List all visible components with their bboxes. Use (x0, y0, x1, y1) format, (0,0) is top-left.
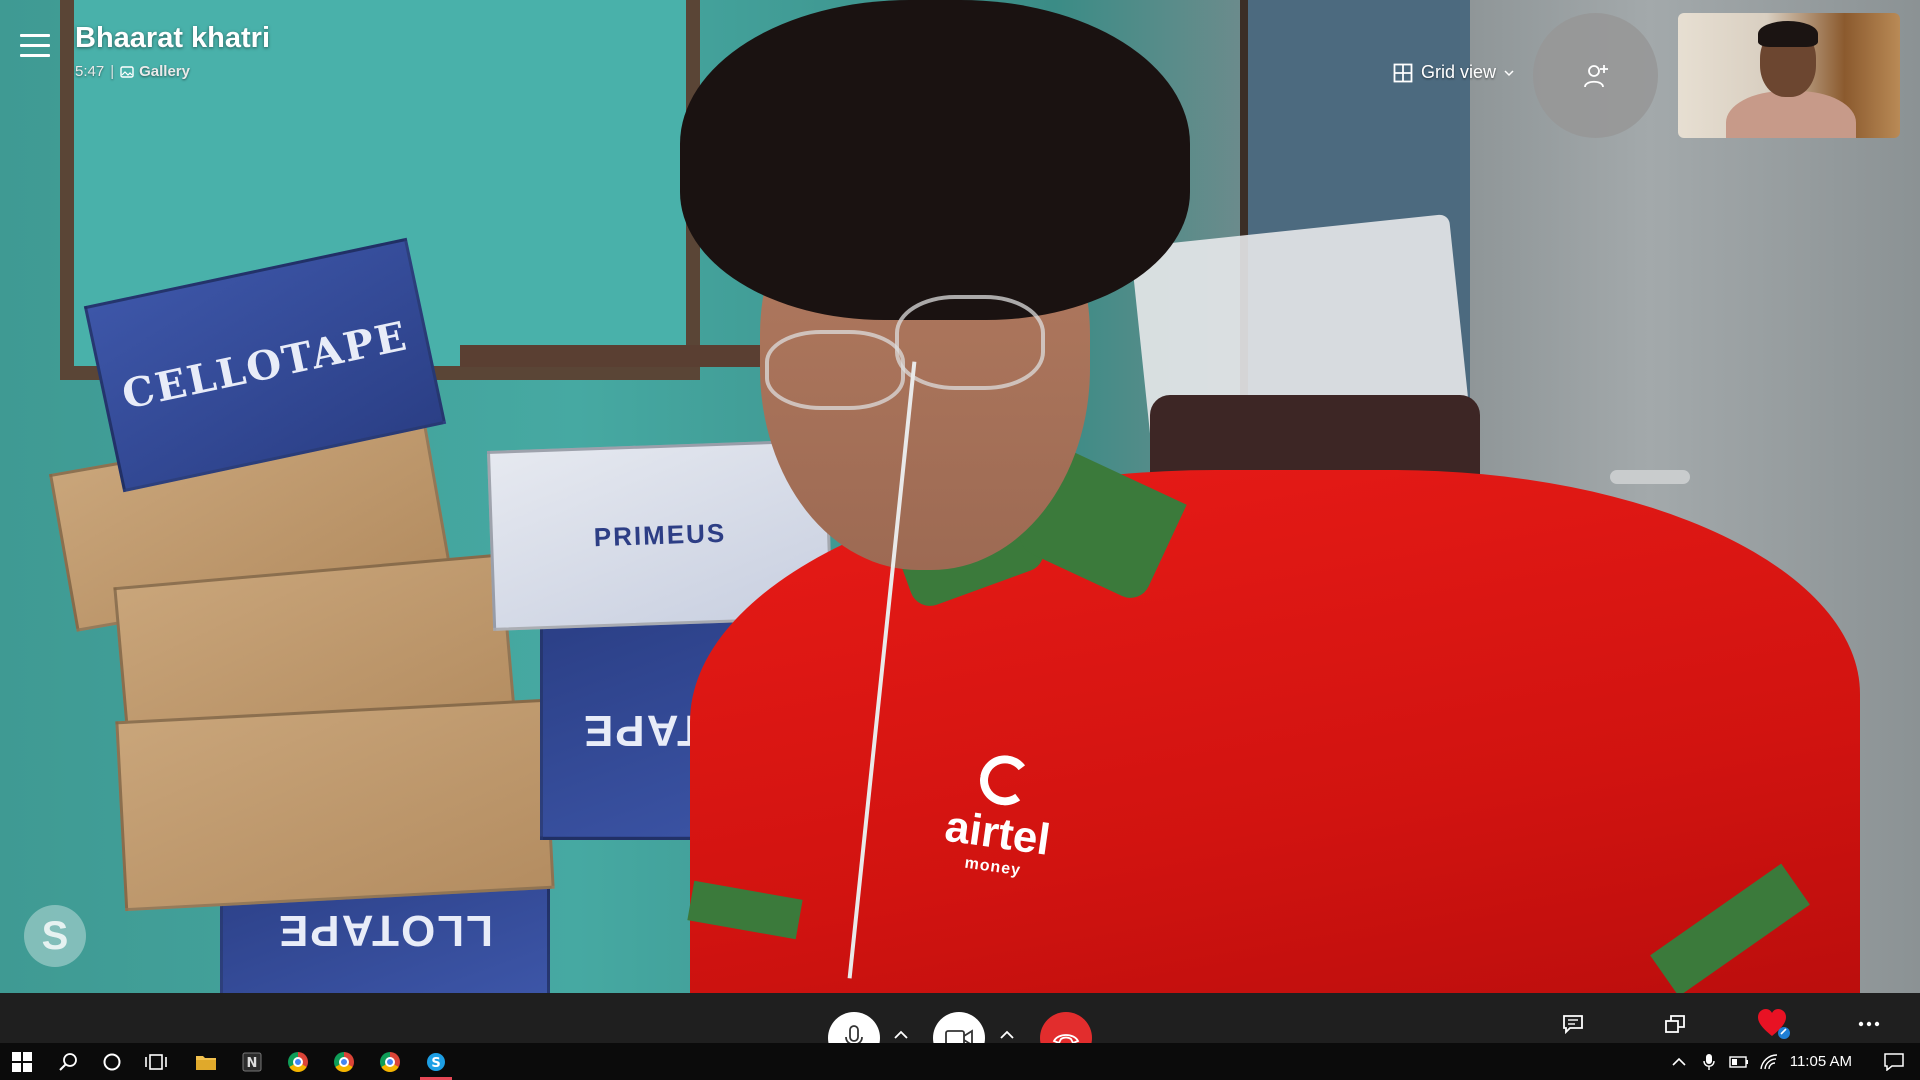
system-tray: 11:05 AM (1664, 1043, 1920, 1080)
grid-view-label: Grid view (1421, 62, 1497, 82)
action-center-icon[interactable] (1874, 1052, 1914, 1071)
hamburger-menu-icon[interactable] (20, 34, 50, 60)
call-meta: 5:47 | Gallery (75, 63, 190, 80)
chevron-down-icon (1504, 69, 1514, 76)
search-icon[interactable] (46, 1043, 90, 1080)
notion-icon[interactable]: N (230, 1043, 274, 1080)
chrome-icon[interactable] (368, 1043, 412, 1080)
chat-button[interactable] (1556, 1010, 1590, 1038)
file-explorer-icon[interactable] (184, 1043, 228, 1080)
skype-logo-icon: S (24, 905, 86, 967)
chevron-up-icon (1000, 1030, 1014, 1039)
skype-taskbar-icon[interactable]: S (414, 1043, 458, 1080)
shirt-logo: airtel money (932, 747, 1068, 885)
reactions-button[interactable] (1757, 1009, 1791, 1039)
battery-icon[interactable] (1724, 1055, 1754, 1069)
cortana-icon[interactable] (90, 1043, 134, 1080)
chrome-icon[interactable] (322, 1043, 366, 1080)
meta-separator: | (110, 63, 115, 80)
wifi-icon[interactable] (1754, 1053, 1784, 1070)
airtel-logo-icon (976, 752, 1034, 809)
audio-options-caret[interactable] (888, 1024, 914, 1044)
gallery-link[interactable]: Gallery (120, 63, 190, 80)
chevron-up-icon[interactable] (1664, 1057, 1694, 1066)
add-people-button[interactable] (1533, 13, 1658, 138)
chrome-icon[interactable] (276, 1043, 320, 1080)
glasses-lens (765, 330, 905, 410)
svg-text:N: N (247, 1056, 258, 1071)
contact-name: Bhaarat khatri (75, 22, 271, 54)
video-options-caret[interactable] (994, 1024, 1020, 1044)
task-view-icon[interactable] (134, 1043, 178, 1080)
system-clock[interactable]: 11:05 AM (1790, 1053, 1852, 1070)
chevron-up-icon (894, 1030, 908, 1039)
switch-screen-button[interactable] (1658, 1010, 1692, 1038)
add-person-icon (1583, 64, 1608, 87)
person-hair (680, 0, 1190, 320)
chat-icon (1563, 1015, 1583, 1034)
gallery-icon (120, 65, 134, 78)
switch-screen-icon (1665, 1015, 1685, 1033)
preview-person-body (1726, 91, 1856, 138)
grid-view-button[interactable]: Grid view (1393, 62, 1514, 83)
preview-person-hair (1758, 21, 1818, 47)
gallery-label: Gallery (139, 63, 190, 80)
remote-video-feed: LLOTAPE CELLOTAPE LLOTAPE PRIMEUS airtel… (0, 0, 1920, 993)
svg-text:S: S (431, 1056, 440, 1071)
heart-icon (1758, 1009, 1790, 1039)
self-video-preview[interactable] (1678, 13, 1900, 138)
glasses-lens (895, 295, 1045, 390)
windows-start-icon[interactable] (0, 1043, 44, 1080)
shelf-board (460, 345, 780, 367)
grid-icon (1393, 63, 1413, 82)
call-duration: 5:47 (75, 63, 105, 80)
more-options-icon (1858, 1021, 1880, 1027)
almirah-handle (1610, 470, 1690, 484)
windows-taskbar: N S 11:05 AM (0, 1043, 1920, 1080)
cardboard-box (115, 698, 555, 912)
more-options-button[interactable] (1852, 1010, 1886, 1038)
microphone-tray-icon[interactable] (1694, 1053, 1724, 1071)
